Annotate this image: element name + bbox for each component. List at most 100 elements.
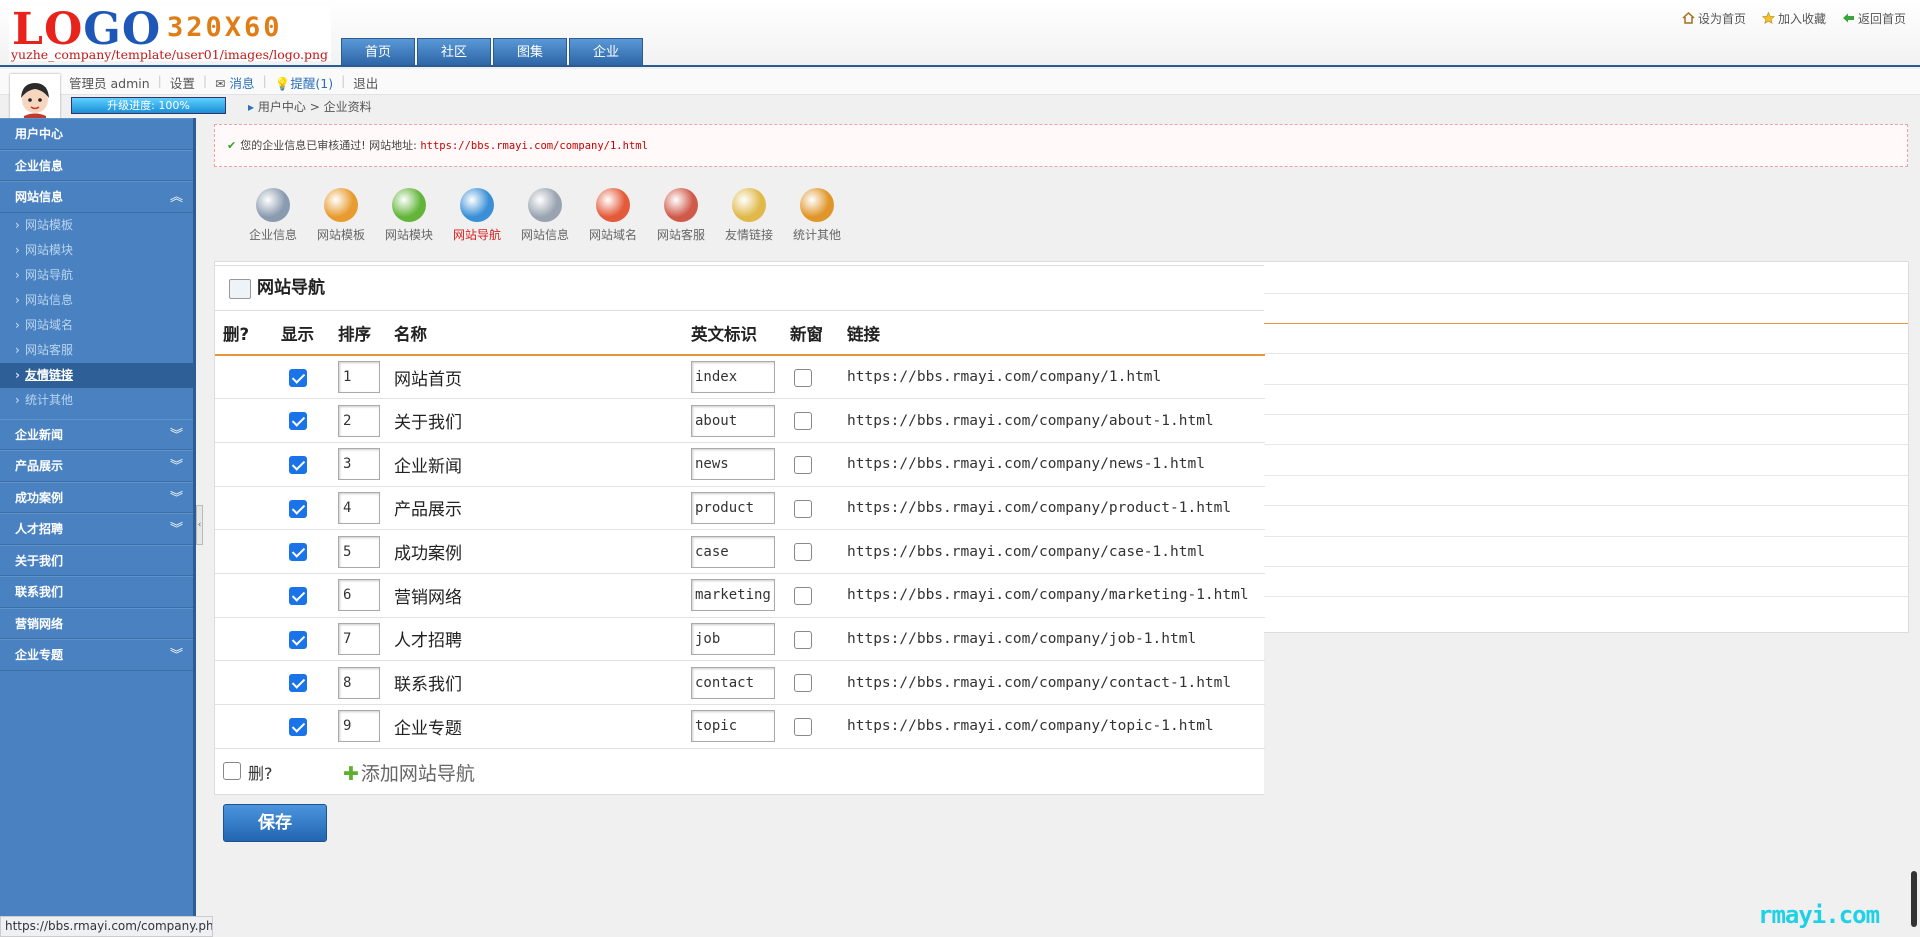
order-input[interactable]: 3 xyxy=(338,448,380,481)
english-id-input[interactable]: topic xyxy=(691,710,775,743)
add-favorite-link[interactable]: 加入收藏 xyxy=(1761,10,1826,27)
sidebar-section[interactable]: 企业新闻 ︾ xyxy=(0,418,193,450)
english-id-input[interactable]: index xyxy=(691,361,775,394)
show-checkbox[interactable] xyxy=(273,704,330,749)
logout-link[interactable]: 退出 xyxy=(353,73,378,92)
english-id-input[interactable]: case xyxy=(691,535,775,568)
back-homepage-link[interactable]: 返回首页 xyxy=(1842,10,1906,27)
english-id-input[interactable]: job xyxy=(691,622,775,655)
sidebar-section[interactable]: 联系我们 xyxy=(0,576,193,608)
delete-cell xyxy=(215,660,273,705)
sidebar-subitem[interactable]: 网站信息 xyxy=(0,288,193,313)
set-homepage-link[interactable]: 设为首页 xyxy=(1682,10,1746,27)
delete-all-checkbox[interactable] xyxy=(223,761,241,781)
nav-link[interactable]: https://bbs.rmayi.com/company/topic-1.ht… xyxy=(839,704,1265,749)
order-input[interactable]: 9 xyxy=(338,710,380,743)
show-checkbox[interactable] xyxy=(273,355,330,400)
toolbar-item-ruler[interactable]: 统计其他 xyxy=(783,188,851,243)
order-input[interactable]: 5 xyxy=(338,535,380,568)
notice-url[interactable]: https://bbs.rmayi.com/company/1.html xyxy=(420,140,648,152)
nav-link[interactable]: https://bbs.rmayi.com/company/1.html xyxy=(839,355,1265,400)
toolbar-item-label: 网站模块 xyxy=(384,228,433,242)
messages-link[interactable]: ✉ 消息 xyxy=(215,73,254,92)
show-checkbox[interactable] xyxy=(273,660,330,705)
new-window-checkbox[interactable] xyxy=(782,529,839,574)
order-input[interactable]: 2 xyxy=(338,404,380,437)
new-window-checkbox[interactable] xyxy=(782,660,839,705)
new-window-checkbox[interactable] xyxy=(782,486,839,531)
show-checkbox[interactable] xyxy=(273,442,330,487)
sidebar-section[interactable]: 关于我们 xyxy=(0,544,193,576)
nav-link[interactable]: https://bbs.rmayi.com/company/about-1.ht… xyxy=(839,398,1265,443)
new-window-checkbox[interactable] xyxy=(782,573,839,618)
save-button[interactable]: 保存 xyxy=(223,804,327,842)
order-input[interactable]: 8 xyxy=(338,666,380,699)
status-bar-url: https://bbs.rmayi.com/company.php xyxy=(0,916,213,937)
sidebar-subitem[interactable]: 网站客服 xyxy=(0,338,193,363)
toolbar-item-lifebuoy[interactable]: 网站域名 xyxy=(579,188,647,243)
nav-tab-community[interactable]: 社区 xyxy=(417,38,491,65)
toolbar-item-gear[interactable]: 企业信息 xyxy=(239,188,307,243)
sidebar-section[interactable]: 产品展示 ︾ xyxy=(0,450,193,482)
sidebar-section[interactable]: 企业专题 ︾ xyxy=(0,639,193,671)
new-window-checkbox[interactable] xyxy=(782,442,839,487)
toolbar-icons: 企业信息 网站模板 网站模块 网站导航 网站信息 网站域名 网站客服 友情链接 统计其他 xyxy=(239,188,851,243)
settings-link[interactable]: 设置 xyxy=(170,73,195,92)
sidebar-collapse-handle[interactable]: ‹ xyxy=(196,505,203,545)
nav-tab-gallery[interactable]: 图集 xyxy=(493,38,567,65)
english-id-input[interactable]: news xyxy=(691,448,775,481)
nav-link[interactable]: https://bbs.rmayi.com/company/product-1.… xyxy=(839,486,1265,531)
avatar[interactable] xyxy=(10,74,60,124)
sidebar-subitem[interactable]: 网站模板 xyxy=(0,213,193,238)
scrollbar[interactable] xyxy=(1911,871,1917,927)
new-window-checkbox[interactable] xyxy=(782,704,839,749)
nav-name: 联系我们 xyxy=(386,660,683,705)
col-order: 排序 xyxy=(330,311,386,356)
sidebar-item-site-info[interactable]: 网站信息 ︽ xyxy=(0,181,193,213)
toolbar-item-users[interactable]: 网站客服 xyxy=(647,188,715,243)
sidebar-section[interactable]: 成功案例 ︾ xyxy=(0,481,193,513)
new-window-checkbox[interactable] xyxy=(782,617,839,662)
english-id-input[interactable]: product xyxy=(691,491,775,524)
toolbar-item-globe[interactable]: 网站导航 xyxy=(443,188,511,243)
site-logo[interactable]: LOGO 320X60 yuzhe_company/template/user0… xyxy=(9,6,331,62)
reminders-link[interactable]: 💡提醒(1) xyxy=(275,73,333,92)
sidebar-subitem[interactable]: 网站导航 xyxy=(0,263,193,288)
english-id-input[interactable]: marketing xyxy=(691,579,775,612)
order-input[interactable]: 7 xyxy=(338,622,380,655)
new-window-checkbox[interactable] xyxy=(782,355,839,400)
add-nav-button[interactable]: ✚ 添加网站导航 xyxy=(343,759,475,786)
nav-link[interactable]: https://bbs.rmayi.com/company/marketing-… xyxy=(839,573,1265,618)
show-checkbox[interactable] xyxy=(273,529,330,574)
house-icon xyxy=(1682,11,1695,24)
english-id-input[interactable]: about xyxy=(691,404,775,437)
show-checkbox[interactable] xyxy=(273,573,330,618)
nav-link[interactable]: https://bbs.rmayi.com/company/news-1.htm… xyxy=(839,442,1265,487)
toolbar-item-gear-link[interactable]: 友情链接 xyxy=(715,188,783,243)
sidebar-subitem[interactable]: 网站域名 xyxy=(0,313,193,338)
sidebar-subitem[interactable]: 统计其他 xyxy=(0,388,193,413)
order-input[interactable]: 6 xyxy=(338,579,380,612)
order-input[interactable]: 1 xyxy=(338,361,380,394)
show-checkbox[interactable] xyxy=(273,617,330,662)
nav-link[interactable]: https://bbs.rmayi.com/company/job-1.html xyxy=(839,617,1265,662)
breadcrumb-home[interactable]: 用户中心 xyxy=(258,100,306,114)
show-checkbox[interactable] xyxy=(273,486,330,531)
sidebar-section[interactable]: 人才招聘 ︾ xyxy=(0,513,193,545)
nav-link[interactable]: https://bbs.rmayi.com/company/case-1.htm… xyxy=(839,529,1265,574)
toolbar-item-pie-chart[interactable]: 网站模板 xyxy=(307,188,375,243)
sidebar-item-user-center[interactable]: 用户中心 xyxy=(0,118,193,150)
sidebar-subitem[interactable]: 友情链接 xyxy=(0,362,193,388)
new-window-checkbox[interactable] xyxy=(782,398,839,443)
toolbar-item-document[interactable]: 网站信息 xyxy=(511,188,579,243)
order-input[interactable]: 4 xyxy=(338,491,380,524)
nav-tab-home[interactable]: 首页 xyxy=(341,38,415,65)
nav-link[interactable]: https://bbs.rmayi.com/company/contact-1.… xyxy=(839,660,1265,705)
nav-tab-company[interactable]: 企业 xyxy=(569,38,643,65)
toolbar-item-puzzle[interactable]: 网站模块 xyxy=(375,188,443,243)
sidebar-section[interactable]: 营销网络 xyxy=(0,607,193,639)
english-id-input[interactable]: contact xyxy=(691,666,775,699)
sidebar-subitem[interactable]: 网站模块 xyxy=(0,238,193,263)
sidebar-item-company-info[interactable]: 企业信息 xyxy=(0,149,193,181)
show-checkbox[interactable] xyxy=(273,398,330,443)
